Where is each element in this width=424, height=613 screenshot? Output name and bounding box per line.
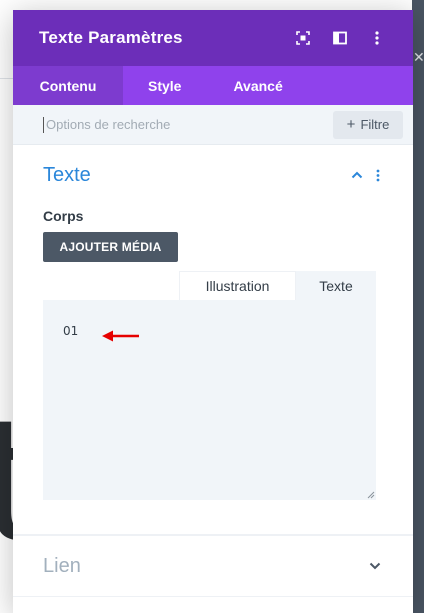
filter-label: Filtre (360, 117, 390, 132)
section-link-header[interactable]: Lien (13, 536, 413, 596)
resize-handle-icon[interactable] (367, 491, 375, 499)
section-link-title: Lien (43, 554, 81, 577)
editor-mode-tabs: Illustration Texte (43, 271, 376, 300)
filter-button[interactable]: + Filtre (333, 110, 403, 139)
search-input[interactable] (43, 116, 333, 133)
tab-style[interactable]: Style (123, 66, 206, 105)
modal-title: Texte Paramètres (39, 28, 183, 47)
body-field-label: Corps (43, 208, 84, 224)
modal-header[interactable]: Texte Paramètres (13, 10, 413, 66)
expand-icon[interactable] (293, 28, 313, 48)
chevron-down-icon[interactable] (367, 558, 383, 574)
section-text: Texte Corps AJOUTER MÉDIA Illustration T… (13, 145, 413, 536)
editor-tab-visual[interactable]: Illustration (179, 271, 296, 300)
plus-icon: + (346, 116, 356, 133)
text-editor: Illustration Texte 01 (43, 271, 376, 500)
editor-textarea[interactable]: 01 (43, 300, 376, 500)
header-actions (276, 28, 387, 48)
section-link: Lien (13, 536, 413, 597)
tab-avance[interactable]: Avancé (206, 66, 309, 105)
add-media-button[interactable]: AJOUTER MÉDIA (43, 232, 178, 262)
section-text-title: Texte (43, 163, 91, 186)
close-icon[interactable]: ✕ (413, 50, 424, 66)
tab-contenu[interactable]: Contenu (13, 66, 123, 105)
text-settings-modal: Texte Paramètres Contenu Style Avancé Op… (13, 10, 413, 613)
background-sidebar: ✕ (412, 0, 424, 613)
editor-tab-text[interactable]: Texte (296, 271, 376, 300)
settings-tabs: Contenu Style Avancé (13, 66, 413, 105)
section-spacer (13, 500, 413, 535)
more-vertical-icon[interactable] (367, 28, 387, 48)
section-options-icon[interactable] (373, 167, 383, 183)
section-text-header[interactable]: Texte (13, 145, 413, 205)
search-bar: + Filtre (13, 105, 413, 145)
split-view-icon[interactable] (330, 28, 350, 48)
chevron-up-icon[interactable] (349, 167, 365, 183)
annotation-arrow-icon (102, 330, 139, 342)
